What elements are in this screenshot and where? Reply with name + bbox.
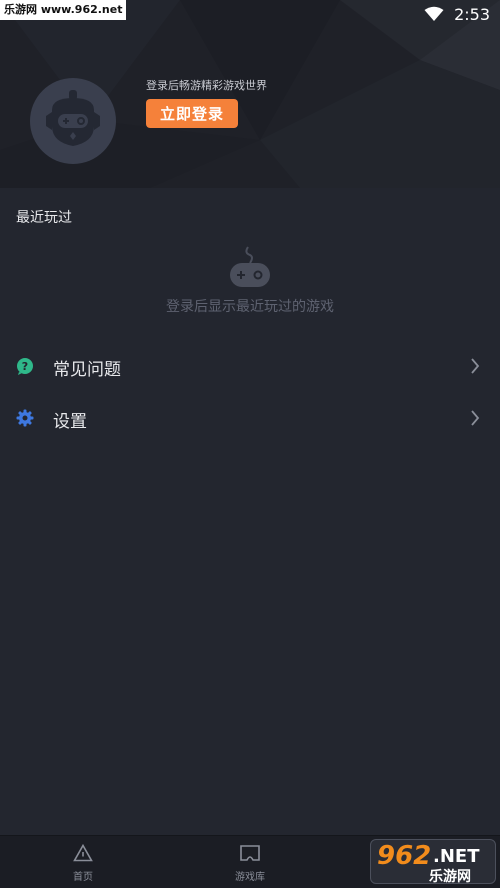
avatar[interactable] <box>30 78 116 164</box>
status-time: 2:53 <box>454 4 490 24</box>
menu-item-label: 常见问题 <box>53 360 121 380</box>
nav-tab-label: 游戏库 <box>235 872 265 883</box>
nav-tab-label: 首页 <box>73 872 93 883</box>
recent-empty-text: 登录后显示最近玩过的游戏 <box>166 299 334 315</box>
svg-text:?: ? <box>22 360 28 373</box>
recent-played-title: 最近玩过 <box>16 210 72 226</box>
chevron-right-icon <box>471 410 480 426</box>
nav-tab-game-library[interactable]: 游戏库 <box>210 844 290 883</box>
menu-item-settings[interactable]: 设置 <box>0 393 500 443</box>
game-library-icon <box>240 845 260 861</box>
watermark-name: 乐游网 <box>429 869 471 885</box>
gamepad-mascot-icon <box>46 90 100 146</box>
menu-item-faq[interactable]: ? 常见问题 <box>0 341 500 391</box>
nav-tab-home[interactable]: 首页 <box>43 844 123 883</box>
home-triangle-icon <box>73 844 93 862</box>
profile-header: 乐游网 www.962.net 2:53 登录后畅游精彩游戏世界 立即登录 <box>0 0 500 188</box>
wifi-icon <box>424 6 444 21</box>
login-button[interactable]: 立即登录 <box>146 99 238 128</box>
gamepad-icon <box>230 246 270 287</box>
status-bar: 2:53 <box>424 4 490 24</box>
menu-item-label: 设置 <box>53 412 87 432</box>
help-icon: ? <box>17 358 33 375</box>
site-watermark: 乐游网 www.962.net <box>0 0 127 20</box>
watermark-suffix: .NET <box>433 846 480 867</box>
site-watermark-logo: 962 .NET 乐游网 <box>370 839 496 885</box>
chevron-right-icon <box>471 358 480 374</box>
gear-icon <box>16 409 34 427</box>
login-tagline: 登录后畅游精彩游戏世界 <box>146 79 267 92</box>
watermark-number: 962 <box>377 841 432 871</box>
